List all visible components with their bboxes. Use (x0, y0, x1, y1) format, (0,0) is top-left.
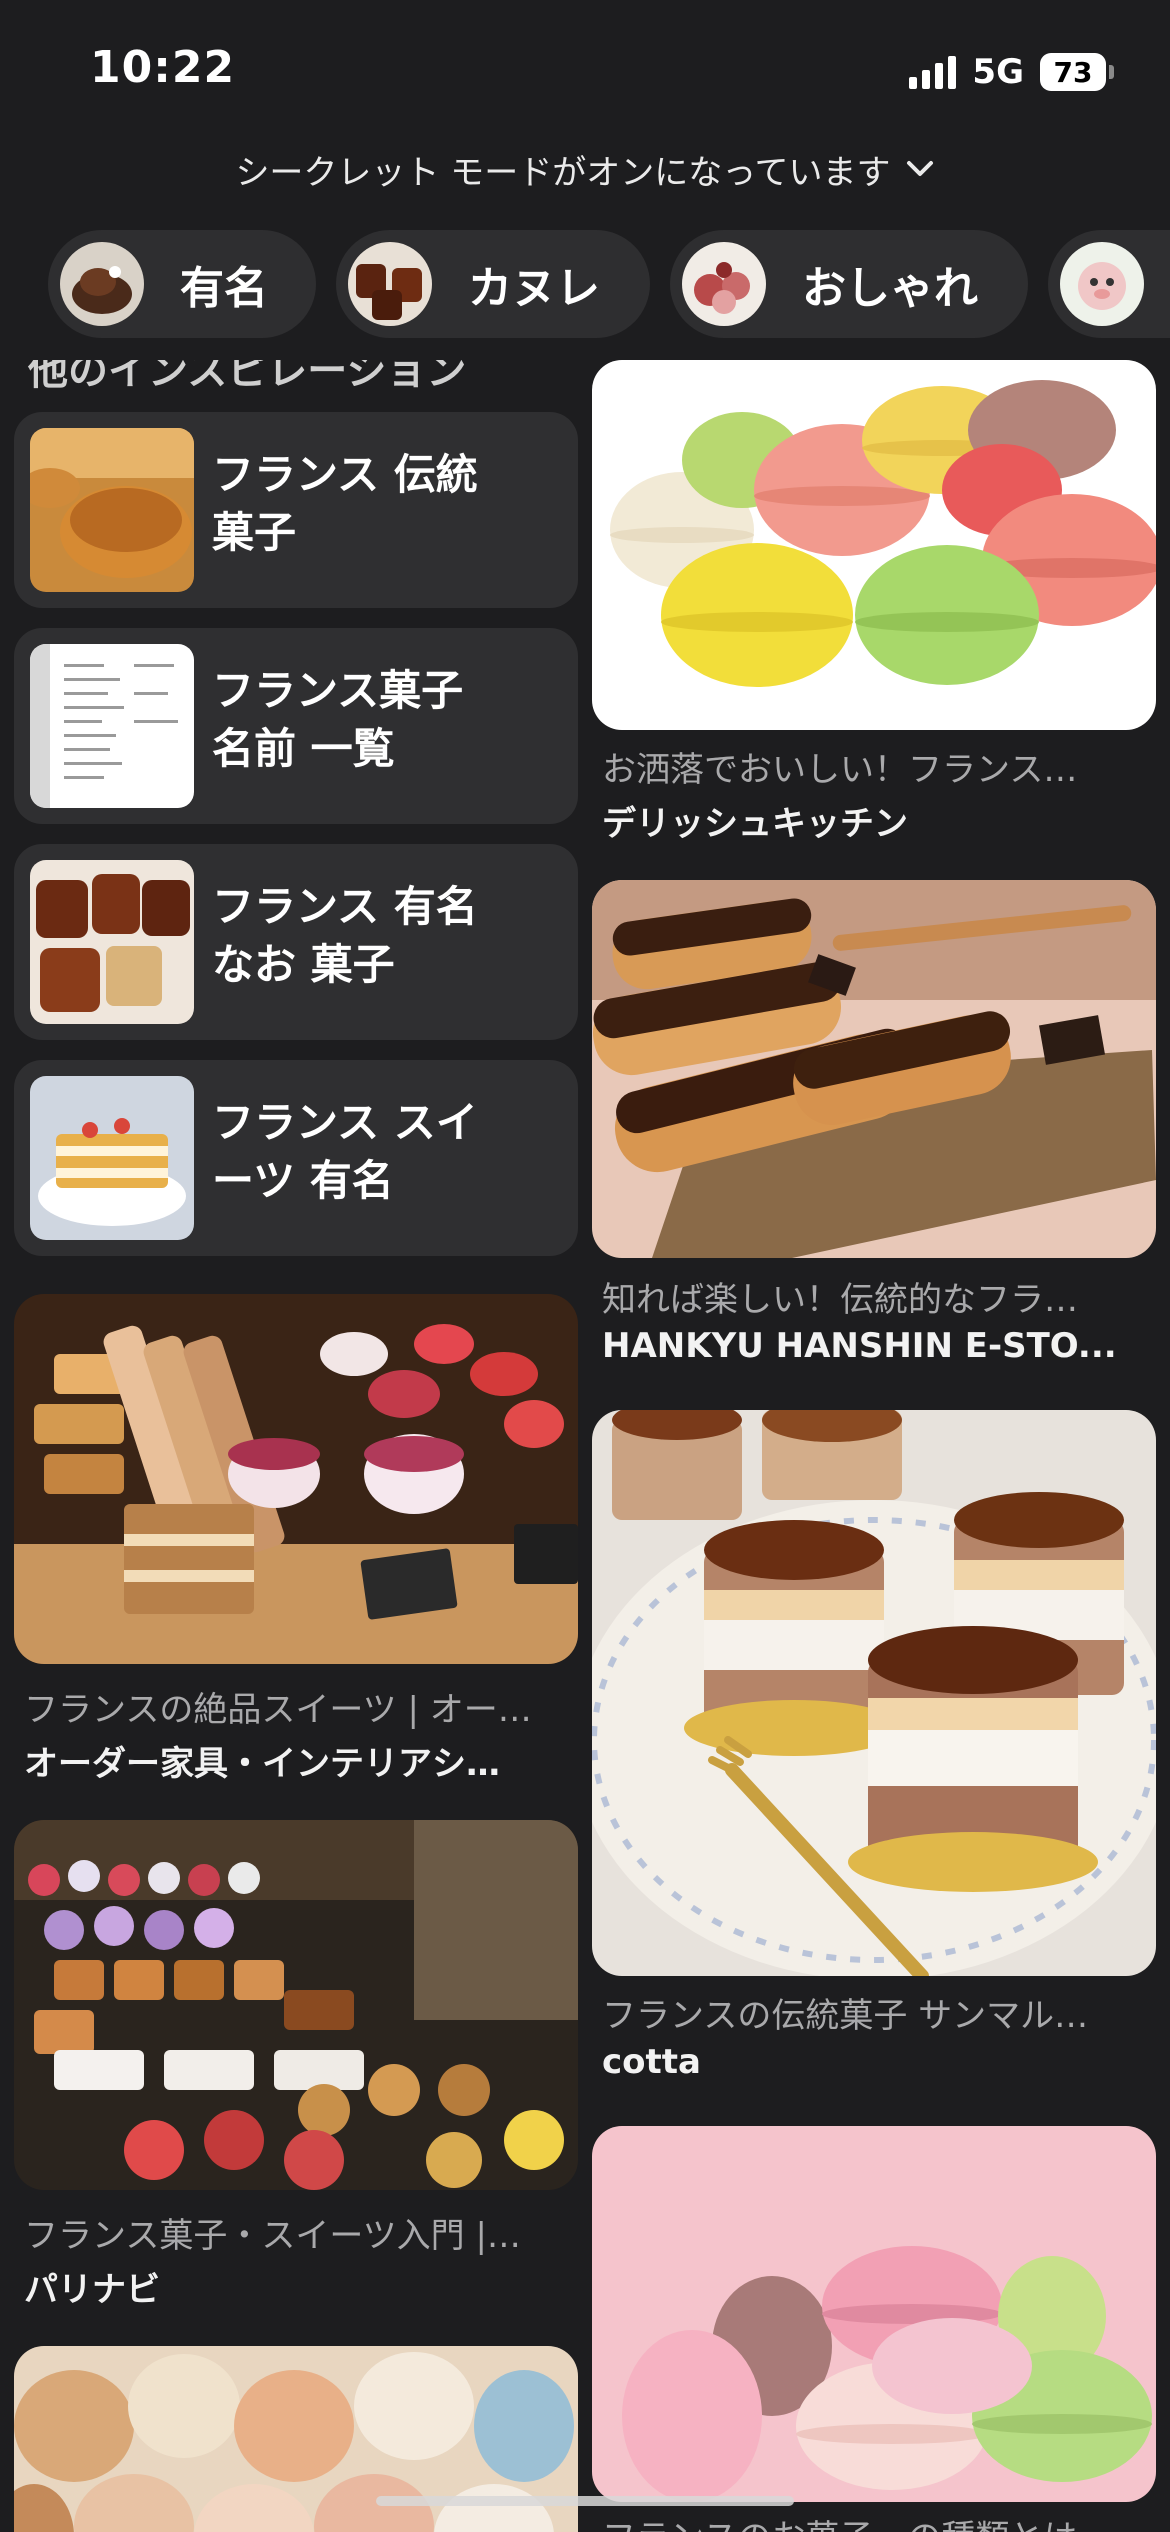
chip-thumbnail (348, 242, 432, 326)
suggestion-card[interactable]: フランス 伝統 菓子 (14, 412, 578, 608)
chip-label: おしゃれ (802, 263, 978, 314)
pin-source[interactable]: パリナビ (24, 2262, 574, 2311)
pin-image[interactable] (592, 1410, 1156, 1976)
chip-oshare[interactable]: おしゃれ (670, 230, 1028, 338)
incognito-mode-text: シークレット モードがオンになっています (235, 152, 891, 193)
pin-title: フランス菓子・スイーツ入門 |… (24, 2216, 521, 2256)
pin-source[interactable]: オーダー家具・インテリアシ… (24, 1736, 574, 1785)
chip-thumbnail (682, 242, 766, 326)
chip-thumbnail (1060, 242, 1144, 326)
pin-source[interactable]: cotta (602, 2042, 1152, 2082)
pin-image[interactable] (592, 360, 1156, 730)
pin-title: フランスのお菓子、の種類とは… (602, 2510, 1152, 2532)
chip-more[interactable] (1048, 230, 1170, 338)
suggestion-label: フランス スイ ーツ 有名 (212, 1098, 478, 1205)
suggestion-card[interactable]: フランス スイ ーツ 有名 (14, 1060, 578, 1256)
suggestion-thumbnail (30, 1076, 194, 1240)
section-heading-partial: 他のインスピレーション (28, 360, 467, 394)
suggestion-card[interactable]: フランス菓子 名前 一覧 (14, 628, 578, 824)
chevron-down-icon (906, 161, 933, 176)
suggestion-label: フランス 有名 なお 菓子 (212, 882, 478, 989)
battery-icon: 73 (1040, 53, 1114, 91)
chip-thumbnail (60, 242, 144, 326)
pin-title: フランスの伝統菓子 サンマル… (602, 1996, 1089, 2036)
battery-level: 73 (1040, 53, 1106, 91)
chip-canele[interactable]: カヌレ (336, 230, 650, 338)
pin-title: 知れば楽しい！伝統的なフラ… (602, 1280, 1078, 1320)
suggestion-card[interactable]: フランス 有名 なお 菓子 (14, 844, 578, 1040)
suggestion-label: フランス 伝統 菓子 (212, 450, 478, 557)
signal-bars-icon (909, 55, 957, 89)
suggestion-thumbnail (30, 428, 194, 592)
status-indicators: 5G 73 (909, 52, 1114, 92)
pin-image[interactable] (592, 880, 1156, 1258)
status-time: 10:22 (90, 42, 236, 93)
suggestion-label: フランス菓子 名前 一覧 (212, 666, 464, 773)
incognito-mode-banner[interactable]: シークレット モードがオンになっています (0, 140, 1170, 198)
related-search-chips: 有名 カヌレ おしゃれ (0, 230, 1170, 340)
pin-source[interactable]: HANKYU HANSHIN E-STO... (602, 1326, 1152, 1366)
pin-source[interactable]: デリッシュキッチン (602, 796, 1152, 845)
pin-title: お洒落でおいしい！フランス… (602, 750, 1078, 790)
suggestion-thumbnail (30, 644, 194, 808)
pin-title: フランスの絶品スイーツ | オー… (24, 1690, 532, 1730)
network-type: 5G (972, 52, 1024, 92)
pin-image[interactable] (14, 1820, 578, 2190)
pin-image[interactable] (592, 2126, 1156, 2502)
pin-feed: 他のインスピレーション フランス 伝統 菓子 フランス菓子 名前 一覧 フランス… (0, 360, 1170, 2532)
chip-yumei[interactable]: 有名 (48, 230, 316, 338)
pin-image[interactable] (14, 1294, 578, 1664)
status-bar: 10:22 5G 73 (0, 0, 1170, 140)
chip-label: カヌレ (468, 263, 600, 314)
home-indicator[interactable] (376, 2496, 794, 2506)
chip-label: 有名 (180, 263, 268, 314)
suggestion-thumbnail (30, 860, 194, 1024)
